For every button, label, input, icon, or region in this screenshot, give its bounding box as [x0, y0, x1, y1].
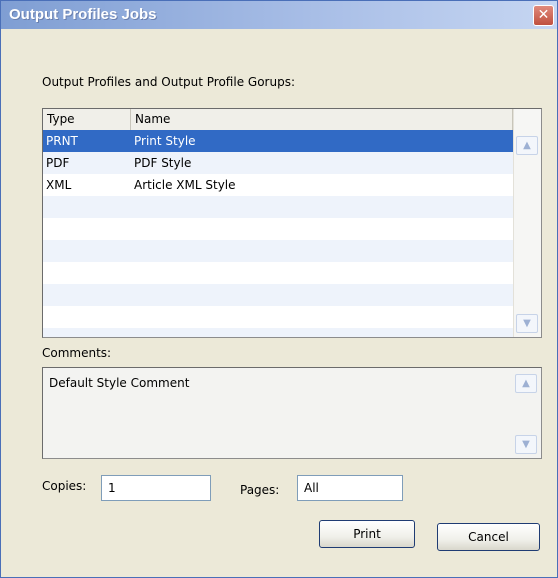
table-row[interactable]: PRNT Print Style: [43, 130, 513, 152]
profiles-scrollbar[interactable]: ▲ ▼: [513, 109, 541, 337]
column-header-type[interactable]: Type: [43, 109, 131, 130]
empty-row: [43, 196, 513, 218]
comments-label: Comments:: [42, 346, 112, 360]
close-button[interactable]: ✕: [533, 5, 554, 26]
copies-input[interactable]: [101, 475, 211, 501]
pages-input[interactable]: [297, 475, 403, 501]
comments-scroll-down-button[interactable]: ▼: [515, 435, 537, 454]
empty-row: [43, 306, 513, 328]
empty-row: [43, 328, 513, 337]
row-name: PDF Style: [134, 156, 192, 170]
scroll-up-button[interactable]: ▲: [516, 136, 538, 155]
comments-text: Default Style Comment: [49, 376, 190, 390]
chevron-up-icon: ▲: [523, 140, 531, 151]
table-row[interactable]: PDF PDF Style: [43, 152, 513, 174]
pages-label: Pages:: [240, 483, 280, 497]
empty-row: [43, 218, 513, 240]
row-type: PRNT: [46, 134, 78, 148]
row-type: XML: [46, 178, 72, 192]
column-header-name[interactable]: Name: [131, 109, 513, 130]
profiles-label: Output Profiles and Output Profile Gorup…: [42, 75, 295, 89]
title-bar[interactable]: Output Profiles Jobs ✕: [1, 1, 557, 29]
close-icon: ✕: [537, 7, 550, 23]
dialog-title: Output Profiles Jobs: [9, 6, 157, 23]
output-profiles-jobs-dialog: Output Profiles Jobs ✕ Output Profiles a…: [0, 0, 558, 578]
scroll-down-button[interactable]: ▼: [516, 314, 538, 333]
chevron-up-icon: ▲: [522, 378, 530, 389]
cancel-button[interactable]: Cancel: [437, 523, 540, 551]
list-rows: PRNT Print Style PDF PDF Style XML Article XM…: [43, 130, 513, 337]
comments-scrollbar[interactable]: ▲ ▼: [513, 368, 541, 458]
comments-scroll-up-button[interactable]: ▲: [515, 374, 537, 393]
copies-label: Copies:: [42, 479, 87, 493]
empty-row: [43, 240, 513, 262]
empty-row: [43, 262, 513, 284]
row-name: Print Style: [134, 134, 196, 148]
empty-row: [43, 284, 513, 306]
row-name: Article XML Style: [134, 178, 236, 192]
print-button[interactable]: Print: [319, 520, 415, 548]
chevron-down-icon: ▼: [522, 439, 530, 450]
chevron-down-icon: ▼: [523, 318, 531, 329]
table-row[interactable]: XML Article XML Style: [43, 174, 513, 196]
row-type: PDF: [46, 156, 70, 170]
profiles-list[interactable]: Type Name PRNT Print Style PDF PDF Style XML…: [42, 108, 542, 338]
list-header: Type Name: [43, 109, 513, 131]
comments-box[interactable]: Default Style Comment ▲ ▼: [42, 367, 542, 459]
